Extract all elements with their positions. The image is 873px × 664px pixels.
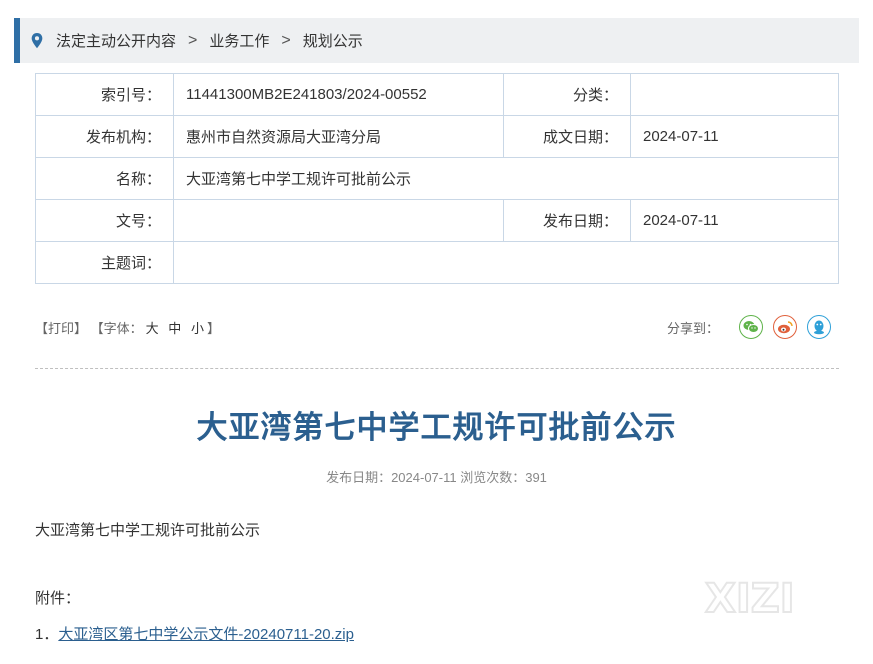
- attachment-index: 1．: [35, 626, 58, 643]
- xizi-watermark-logo: XIZI: [703, 572, 813, 622]
- publisher-value: 惠州市自然资源局大亚湾分局: [174, 116, 504, 158]
- font-size-suffix: 】: [207, 321, 220, 336]
- divider: [35, 368, 839, 369]
- location-pin-icon: [30, 33, 44, 49]
- attachments-label: 附件：: [35, 587, 80, 608]
- table-row: 文号： 发布日期： 2024-07-11: [36, 200, 839, 242]
- wechat-icon[interactable]: [739, 315, 763, 339]
- print-button[interactable]: 【打印】: [35, 321, 87, 336]
- article-tools: 【打印】 【字体：大 中 小】: [35, 318, 220, 337]
- name-value: 大亚湾第七中学工规许可批前公示: [174, 158, 839, 200]
- font-medium-button[interactable]: 中: [168, 321, 181, 336]
- document-meta-table: 索引号： 11441300MB2E241803/2024-00552 分类： 发…: [35, 73, 839, 284]
- font-size-prefix: 【字体：: [91, 321, 143, 336]
- qq-icon[interactable]: [807, 315, 831, 339]
- subject-value: [174, 242, 839, 284]
- article-title: 大亚湾第七中学工规许可批前公示: [0, 402, 873, 447]
- chevron-right-icon: >: [281, 32, 290, 50]
- table-row: 主题词：: [36, 242, 839, 284]
- publisher-label: 发布机构：: [36, 116, 174, 158]
- chevron-right-icon: >: [188, 32, 197, 50]
- publish-date-label: 发布日期：: [504, 200, 631, 242]
- created-date-label: 成文日期：: [504, 116, 631, 158]
- article-body: 大亚湾第七中学工规许可批前公示: [35, 519, 260, 540]
- font-small-button[interactable]: 小: [191, 321, 204, 336]
- created-date-value: 2024-07-11: [631, 116, 839, 158]
- breadcrumb-item-business[interactable]: 业务工作: [209, 30, 269, 51]
- svg-text:XIZI: XIZI: [705, 576, 795, 622]
- doc-number-label: 文号：: [36, 200, 174, 242]
- name-label: 名称：: [36, 158, 174, 200]
- category-value: [631, 74, 839, 116]
- font-large-button[interactable]: 大: [146, 321, 159, 336]
- article-pub-info: 发布日期：2024-07-11 浏览次数：391: [0, 467, 873, 486]
- share-bar: 分享到：: [667, 315, 831, 339]
- share-label: 分享到：: [667, 318, 719, 337]
- breadcrumb-item-legal-disclosure[interactable]: 法定主动公开内容: [56, 30, 176, 51]
- breadcrumb: 法定主动公开内容 > 业务工作 > 规划公示: [14, 18, 859, 63]
- attachment-item: 1．大亚湾区第七中学公示文件-20240711-20.zip: [35, 623, 354, 644]
- doc-number-value: [174, 200, 504, 242]
- index-label: 索引号：: [36, 74, 174, 116]
- subject-label: 主题词：: [36, 242, 174, 284]
- attachment-link[interactable]: 大亚湾区第七中学公示文件-20240711-20.zip: [58, 626, 354, 643]
- category-label: 分类：: [504, 74, 631, 116]
- table-row: 发布机构： 惠州市自然资源局大亚湾分局 成文日期： 2024-07-11: [36, 116, 839, 158]
- publish-date-value: 2024-07-11: [631, 200, 839, 242]
- index-value: 11441300MB2E241803/2024-00552: [174, 74, 504, 116]
- table-row: 索引号： 11441300MB2E241803/2024-00552 分类：: [36, 74, 839, 116]
- weibo-icon[interactable]: [773, 315, 797, 339]
- table-row: 名称： 大亚湾第七中学工规许可批前公示: [36, 158, 839, 200]
- breadcrumb-item-planning-notice[interactable]: 规划公示: [303, 30, 363, 51]
